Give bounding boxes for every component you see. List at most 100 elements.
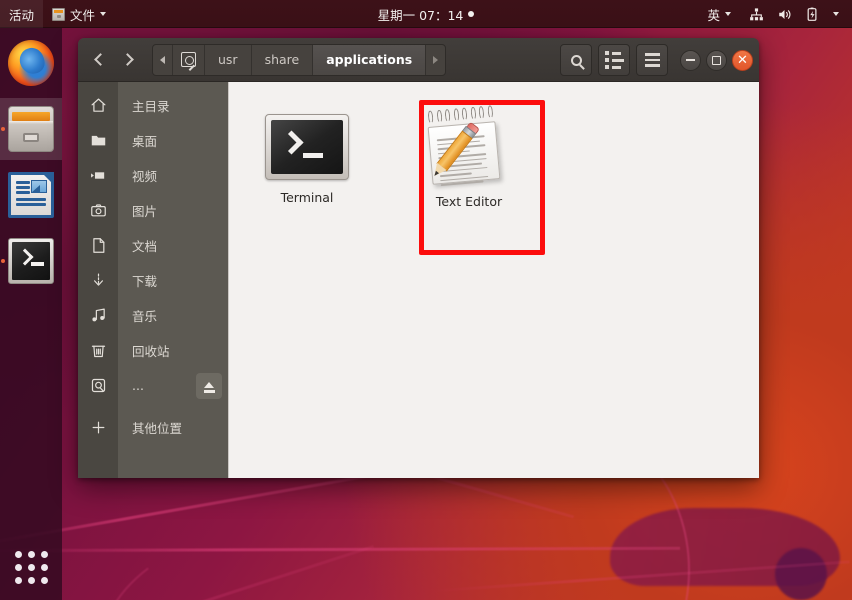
file-item-terminal[interactable]: Terminal (253, 104, 361, 213)
view-toggle-button[interactable] (598, 44, 630, 76)
breadcrumb: usr share applications (152, 44, 446, 76)
places-sidebar: 主目录 桌面 视频 图片 (78, 82, 228, 478)
battery-icon (805, 7, 820, 22)
triangle-left-icon (160, 56, 165, 64)
sidebar-item-label: 主目录 (118, 96, 170, 115)
system-menu[interactable] (740, 0, 848, 28)
dock-item-libreoffice-writer[interactable] (0, 164, 62, 226)
forward-button[interactable] (114, 45, 144, 75)
list-view-icon (605, 51, 624, 69)
top-bar: 活动 文件 星期一 07：14 英 (0, 0, 852, 28)
video-icon (78, 167, 118, 184)
app-menu-label: 文件 (70, 5, 95, 24)
files-icon (8, 106, 54, 152)
music-icon (78, 307, 118, 324)
breadcrumb-scroll-left[interactable] (153, 44, 173, 76)
triangle-right-icon (433, 56, 438, 64)
files-icon (52, 8, 65, 21)
breadcrumb-label: usr (218, 52, 238, 67)
keyboard-layout-label: 英 (707, 5, 720, 24)
sidebar-item-videos[interactable]: 视频 (78, 158, 228, 193)
navigation-buttons (84, 45, 144, 75)
sidebar-item-other-locations[interactable]: 其他位置 (78, 410, 228, 445)
maximize-button[interactable] (706, 50, 727, 71)
sidebar-item-home[interactable]: 主目录 (78, 88, 228, 123)
sidebar-item-trash[interactable]: 回收站 (78, 333, 228, 368)
camera-icon (78, 202, 118, 219)
eject-icon (204, 382, 214, 388)
close-button[interactable]: ✕ (732, 50, 753, 71)
running-indicator-icon (1, 127, 5, 131)
disk-icon (78, 377, 118, 394)
back-button[interactable] (84, 45, 114, 75)
file-view[interactable]: Terminal (228, 82, 759, 478)
breadcrumb-item-share[interactable]: share (252, 44, 314, 76)
sidebar-item-label: 图片 (118, 201, 157, 220)
download-icon (78, 272, 118, 289)
window-controls: ✕ (680, 50, 753, 71)
icon-grid: Terminal (229, 82, 759, 217)
menu-button[interactable] (636, 44, 668, 76)
activities-label: 活动 (9, 5, 34, 24)
terminal-icon (8, 238, 54, 284)
sidebar-item-desktop[interactable]: 桌面 (78, 123, 228, 158)
top-bar-left: 活动 文件 (0, 0, 115, 28)
dock-item-firefox[interactable] (0, 32, 62, 94)
file-manager-window: usr share applications (78, 38, 759, 478)
libreoffice-writer-icon (8, 172, 54, 218)
folder-icon (78, 132, 118, 149)
document-icon (78, 237, 118, 254)
trash-icon (78, 342, 118, 359)
sidebar-item-label: 音乐 (118, 306, 157, 325)
running-indicator-icon (1, 259, 5, 263)
breadcrumb-label: share (265, 52, 300, 67)
close-icon: ✕ (737, 54, 748, 67)
sidebar-item-label: ... (118, 378, 144, 393)
clock-button[interactable]: 星期一 07：14 (368, 0, 485, 28)
sidebar-item-device[interactable]: ... (78, 368, 228, 403)
breadcrumb-item-filesystem[interactable] (173, 44, 205, 76)
dock-item-terminal[interactable] (0, 230, 62, 292)
chevron-down-icon (725, 12, 731, 16)
activities-button[interactable]: 活动 (0, 0, 43, 28)
search-button[interactable] (560, 44, 592, 76)
breadcrumb-label: applications (326, 52, 412, 67)
window-header-bar: usr share applications (78, 38, 759, 82)
grid-icon (15, 551, 48, 584)
file-item-text-editor[interactable]: Text Editor (415, 104, 523, 217)
home-icon (78, 97, 118, 114)
file-item-label: Terminal (281, 190, 334, 205)
eject-button[interactable] (196, 373, 222, 399)
header-actions: ✕ (560, 38, 753, 82)
sidebar-item-music[interactable]: 音乐 (78, 298, 228, 333)
window-body: 主目录 桌面 视频 图片 (78, 82, 759, 478)
network-icon (749, 7, 764, 22)
terminal-app-icon (265, 114, 349, 180)
maximize-icon (712, 56, 721, 65)
top-bar-right: 英 (698, 0, 848, 28)
plus-icon (78, 419, 118, 436)
breadcrumb-scroll-right[interactable] (426, 44, 445, 76)
sidebar-item-downloads[interactable]: 下载 (78, 263, 228, 298)
firefox-icon (8, 40, 54, 86)
volume-icon (777, 7, 792, 22)
sidebar-item-documents[interactable]: 文档 (78, 228, 228, 263)
clock-label: 星期一 07：14 (378, 5, 464, 24)
text-editor-app-icon (426, 114, 512, 184)
minimize-button[interactable] (680, 50, 701, 71)
sidebar-item-pictures[interactable]: 图片 (78, 193, 228, 228)
wallpaper-shape (775, 548, 827, 600)
sidebar-item-label: 文档 (118, 236, 157, 255)
notification-dot-icon (468, 11, 474, 17)
app-menu-button[interactable]: 文件 (43, 0, 115, 28)
chevron-left-icon (94, 53, 107, 66)
breadcrumb-item-usr[interactable]: usr (205, 44, 252, 76)
sidebar-item-label: 视频 (118, 166, 157, 185)
breadcrumb-item-applications[interactable]: applications (313, 44, 426, 76)
sidebar-item-label: 下载 (118, 271, 157, 290)
launcher-dock (0, 28, 62, 600)
chevron-right-icon (121, 53, 134, 66)
dock-item-files[interactable] (0, 98, 62, 160)
show-applications-button[interactable] (0, 538, 62, 596)
keyboard-indicator[interactable]: 英 (698, 0, 740, 28)
